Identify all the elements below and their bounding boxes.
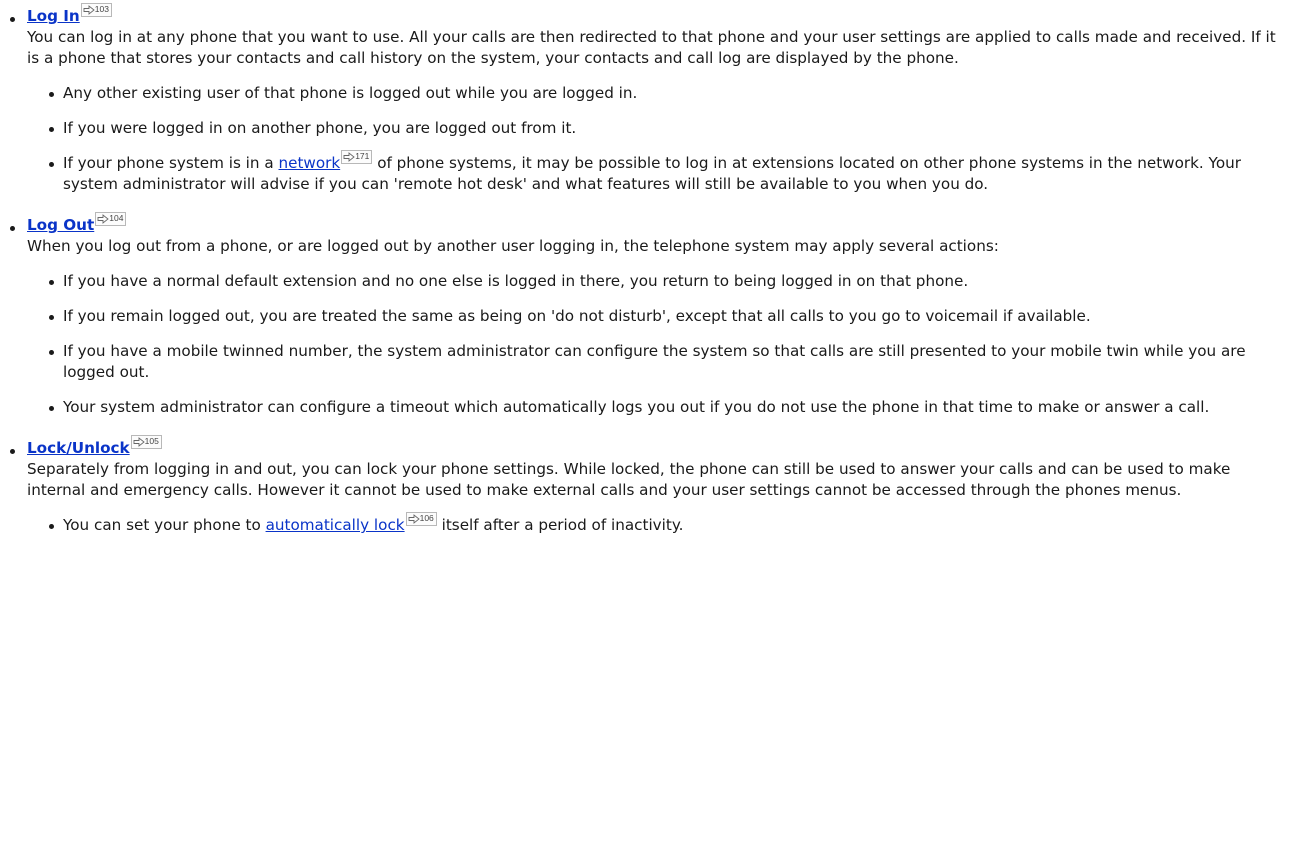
section-heading: Lock/Unlock 105 bbox=[27, 432, 162, 459]
list-item: Your system administrator can configure … bbox=[47, 397, 1290, 418]
page-ref-number: 171 bbox=[355, 151, 370, 161]
list-item-auto-lock: You can set your phone to automatically … bbox=[47, 512, 1290, 536]
section-description: You can log in at any phone that you wan… bbox=[27, 28, 1276, 67]
section-heading: Log In 103 bbox=[27, 0, 112, 27]
sub-list: Any other existing user of that phone is… bbox=[27, 83, 1290, 195]
page-ref-number: 106 bbox=[419, 513, 434, 523]
list-item-text: You can set your phone to bbox=[63, 516, 266, 534]
feature-list: Log In 103 You can log in at any phone th… bbox=[0, 0, 1290, 536]
cross-reference-arrow-icon bbox=[133, 437, 145, 447]
sub-list: If you have a normal default extension a… bbox=[27, 271, 1290, 418]
section-heading: Log Out 104 bbox=[27, 209, 127, 236]
section-log-out: Log Out 104 When you log out from a phone… bbox=[9, 209, 1290, 418]
cross-reference-arrow-icon bbox=[83, 5, 95, 15]
section-description: Separately from logging in and out, you … bbox=[27, 460, 1231, 499]
log-out-link[interactable]: Log Out bbox=[27, 216, 94, 234]
list-item: If you were logged in on another phone, … bbox=[47, 118, 1290, 139]
page-ref-badge[interactable]: 106 bbox=[405, 512, 437, 526]
page-ref-number: 104 bbox=[109, 213, 124, 223]
page-ref-number: 105 bbox=[144, 436, 159, 446]
page-ref-badge[interactable]: 104 bbox=[95, 212, 127, 226]
lock-unlock-link[interactable]: Lock/Unlock bbox=[27, 439, 130, 457]
section-log-in: Log In 103 You can log in at any phone th… bbox=[9, 0, 1290, 195]
page-ref-number: 103 bbox=[94, 4, 109, 14]
list-item-text: If your phone system is in a bbox=[63, 154, 279, 172]
page-ref-badge[interactable]: 105 bbox=[130, 435, 162, 449]
cross-reference-arrow-icon bbox=[97, 214, 109, 224]
cross-reference-arrow-icon bbox=[408, 514, 420, 524]
document-page: Log In 103 You can log in at any phone th… bbox=[0, 0, 1298, 536]
list-item: If you have a mobile twinned number, the… bbox=[47, 341, 1290, 383]
list-item: If you remain logged out, you are treate… bbox=[47, 306, 1290, 327]
section-description: When you log out from a phone, or are lo… bbox=[27, 237, 999, 255]
cross-reference-arrow-icon bbox=[343, 152, 355, 162]
section-lock-unlock: Lock/Unlock 105 Separately from logging i… bbox=[9, 432, 1290, 536]
list-item: Any other existing user of that phone is… bbox=[47, 83, 1290, 104]
sub-list: You can set your phone to automatically … bbox=[27, 512, 1290, 536]
page-ref-badge[interactable]: 103 bbox=[80, 3, 112, 17]
page-ref-badge[interactable]: 171 bbox=[341, 150, 373, 164]
network-link[interactable]: network bbox=[279, 154, 341, 172]
list-item-text: itself after a period of inactivity. bbox=[436, 516, 684, 534]
log-in-link[interactable]: Log In bbox=[27, 7, 80, 25]
automatically-lock-link[interactable]: automatically lock bbox=[266, 516, 405, 534]
list-item: If you have a normal default extension a… bbox=[47, 271, 1290, 292]
list-item-network: If your phone system is in a network 171 … bbox=[47, 150, 1290, 195]
